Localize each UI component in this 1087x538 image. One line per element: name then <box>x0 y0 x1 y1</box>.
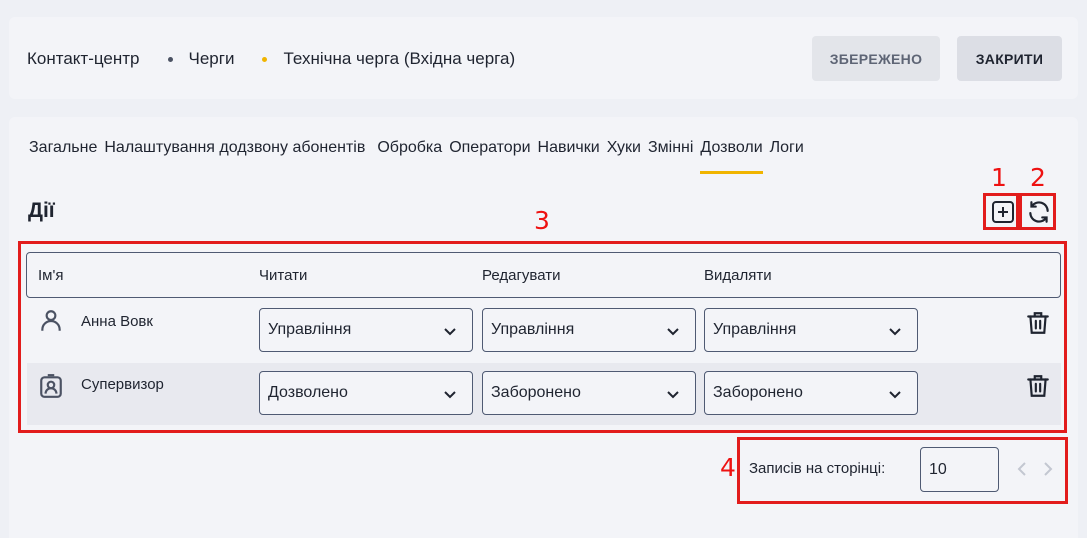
tab-logs[interactable]: Логи <box>770 139 804 166</box>
edit-permission-select[interactable]: Управління <box>482 308 696 352</box>
edit-permission-select[interactable]: Заборонено <box>482 371 696 415</box>
chevron-down-icon <box>889 391 901 399</box>
chevron-down-icon <box>444 391 456 399</box>
table-row: Анна Вовк Управління Управління Управлін… <box>27 300 1061 362</box>
badge-icon <box>40 374 62 398</box>
read-permission-select[interactable]: Управління <box>259 308 473 352</box>
annotation-1: 1 <box>991 163 1007 192</box>
annotation-3: 3 <box>534 206 550 235</box>
tab-operators[interactable]: Оператори <box>449 139 530 166</box>
trash-icon[interactable] <box>1025 310 1051 336</box>
records-per-page-label: Записів на сторінці: <box>749 460 886 477</box>
refresh-button[interactable] <box>1022 195 1056 229</box>
chevron-right-icon[interactable] <box>1041 459 1055 479</box>
row-name: Анна Вовк <box>81 313 153 330</box>
section-title: Дії <box>28 199 55 222</box>
tab-hooks[interactable]: Хуки <box>607 139 641 166</box>
delete-permission-select[interactable]: Заборонено <box>704 371 918 415</box>
read-permission-select[interactable]: Дозволено <box>259 371 473 415</box>
chevron-down-icon <box>667 391 679 399</box>
breadcrumb-item-current: Технічна черга (Вхідна черга) <box>283 49 516 68</box>
select-value: Управління <box>268 321 352 338</box>
column-header-delete: Видаляти <box>704 267 772 284</box>
tab-processing[interactable]: Обробка <box>377 139 442 166</box>
table-header: Ім'я Читати Редагувати Видаляти <box>26 252 1061 298</box>
tab-variables[interactable]: Змінні <box>648 139 693 166</box>
breadcrumb-separator-active <box>262 56 268 62</box>
breadcrumb-item-contact-center[interactable]: Контакт-центр <box>27 49 140 69</box>
chevron-left-icon[interactable] <box>1015 459 1029 479</box>
select-value: Заборонено <box>713 384 803 401</box>
select-value: Управління <box>491 321 575 338</box>
column-header-edit: Редагувати <box>482 267 561 284</box>
select-value: Управління <box>713 321 797 338</box>
tab-skills[interactable]: Навички <box>538 139 600 166</box>
chevron-down-icon <box>889 328 901 336</box>
saved-button[interactable]: ЗБЕРЕЖЕНО <box>812 36 940 81</box>
records-per-page-input[interactable] <box>920 447 999 492</box>
select-value: Дозволено <box>268 384 348 401</box>
tab-general[interactable]: Загальне <box>29 139 97 166</box>
refresh-icon <box>1029 201 1049 223</box>
tab-dialing-settings[interactable]: Налаштування додзвону абонентів <box>104 139 365 166</box>
row-name: Супервизор <box>81 376 164 393</box>
header-bar: Контакт-центр Черги Технічна черга (Вхід… <box>9 17 1078 99</box>
breadcrumb-item-queues[interactable]: Черги <box>189 49 235 69</box>
tab-permissions[interactable]: Дозволи <box>700 139 763 174</box>
main-panel: Загальне Налаштування додзвону абонентів… <box>9 117 1078 538</box>
plus-square-icon <box>992 201 1014 223</box>
column-header-read: Читати <box>259 267 308 284</box>
select-value: Заборонено <box>491 384 581 401</box>
chevron-down-icon <box>444 328 456 336</box>
table-row: Супервизор Дозволено Заборонено Забороне… <box>27 363 1061 425</box>
breadcrumb-separator <box>167 56 173 62</box>
annotation-2: 2 <box>1030 163 1046 192</box>
breadcrumb: Контакт-центр Черги Технічна черга (Вхід… <box>27 49 515 69</box>
delete-permission-select[interactable]: Управління <box>704 308 918 352</box>
user-icon <box>41 310 61 331</box>
column-header-name: Ім'я <box>38 267 64 284</box>
annotation-4: 4 <box>720 453 736 482</box>
trash-icon[interactable] <box>1025 373 1051 399</box>
close-button[interactable]: ЗАКРИТИ <box>957 36 1062 81</box>
tab-bar: Загальне Налаштування додзвону абонентів… <box>29 139 811 174</box>
add-button[interactable] <box>986 195 1020 229</box>
chevron-down-icon <box>667 328 679 336</box>
